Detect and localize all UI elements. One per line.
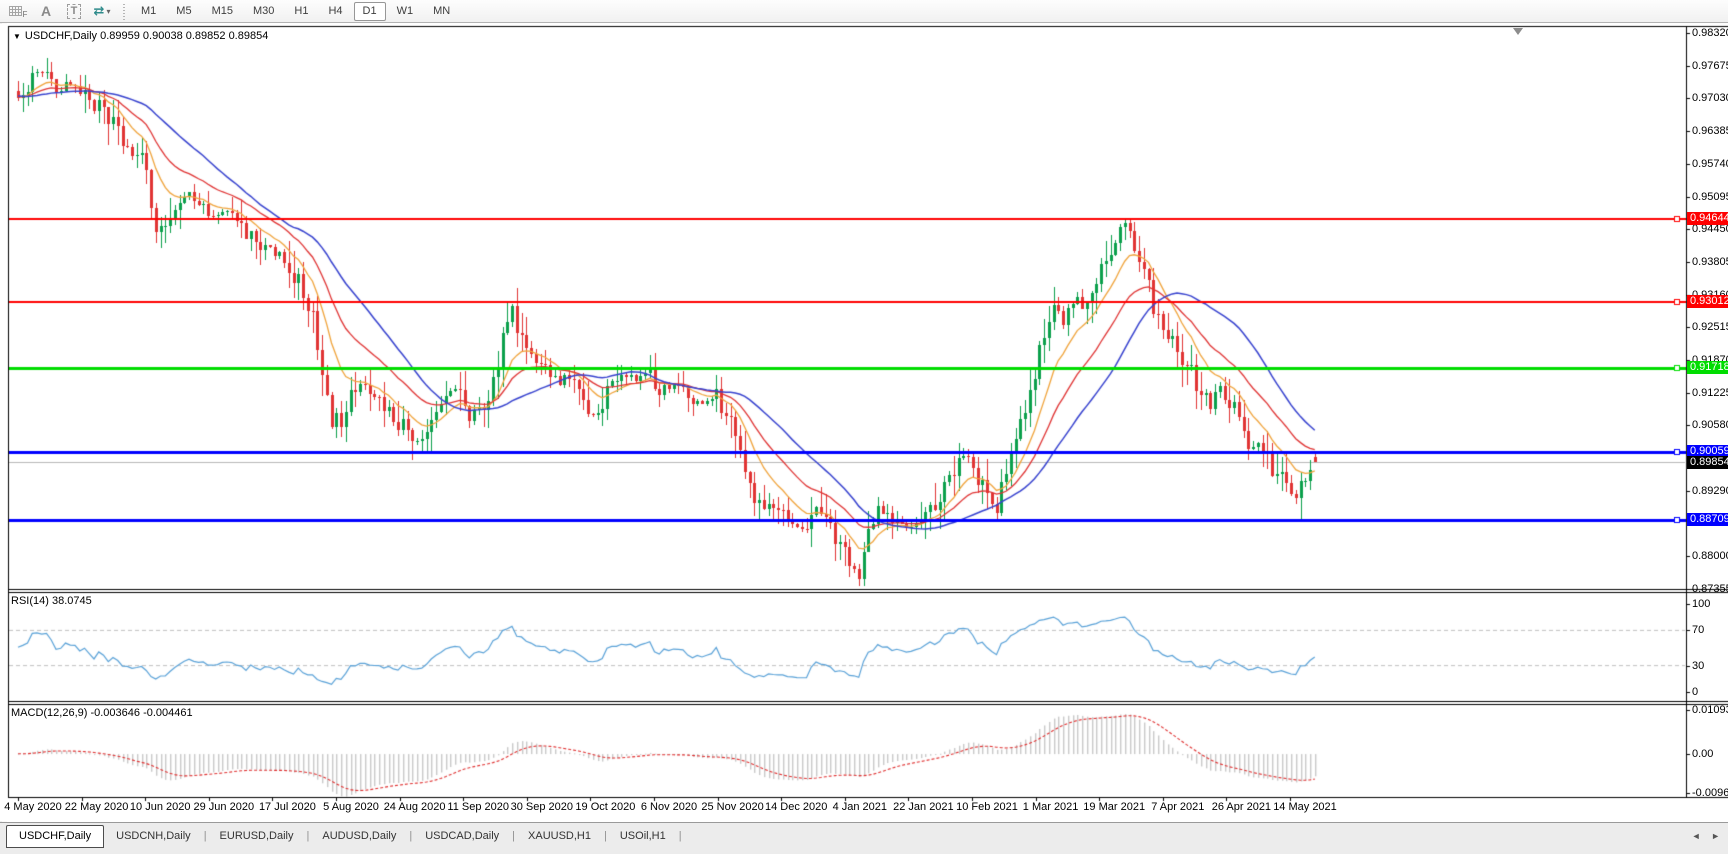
tab-usdchf[interactable]: USDCHF,Daily [6, 825, 104, 848]
price-chart-canvas[interactable] [0, 0, 1728, 854]
mt4-window: F A T ⇄ ▾ M1M5M15M30H1H4D1W1MN ▼USDCHF,D… [0, 0, 1728, 854]
tab-xauusd[interactable]: XAUUSD,H1 [516, 826, 603, 847]
tab-audusd[interactable]: AUDUSD,Daily [310, 826, 408, 847]
tab-eurusd[interactable]: EURUSD,Daily [208, 826, 306, 847]
tabs-scroll-left-icon[interactable]: ◄ [1692, 831, 1705, 841]
symbol-dropdown-icon[interactable]: ▼ [13, 32, 21, 41]
chart-tabs: USDCHF,DailyUSDCNH,Daily|EURUSD,Daily|AU… [0, 824, 683, 848]
tab-scroll-nav: ◄ ► [1692, 831, 1724, 841]
chart-tab-bar: USDCHF,DailyUSDCNH,Daily|EURUSD,Daily|AU… [0, 822, 1728, 854]
tab-usoil[interactable]: USOil,H1 [608, 826, 678, 847]
tab-usdcnh[interactable]: USDCNH,Daily [104, 826, 203, 847]
tab-usdcad[interactable]: USDCAD,Daily [413, 826, 511, 847]
tab-separator-icon: | [678, 830, 683, 842]
tabs-scroll-right-icon[interactable]: ► [1711, 831, 1724, 841]
